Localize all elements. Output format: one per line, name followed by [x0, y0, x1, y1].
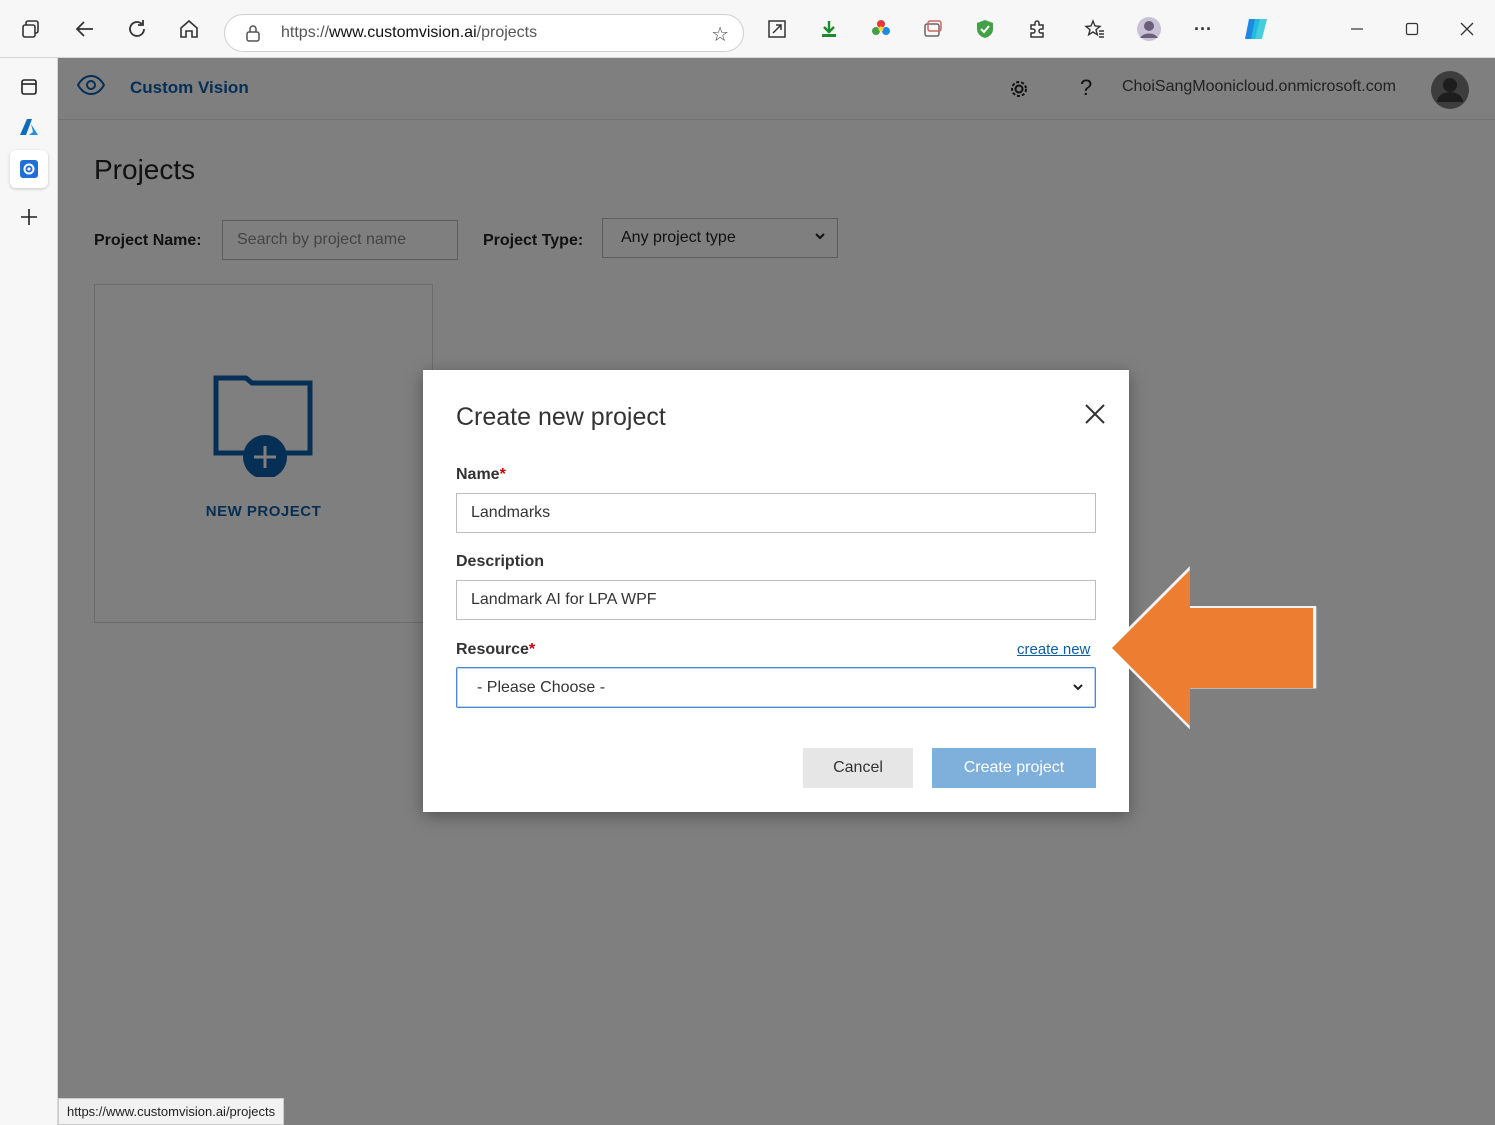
favorites-icon[interactable]	[1080, 14, 1110, 44]
create-project-dialog: Create new project Name* Landmarks Descr…	[423, 370, 1129, 812]
callout-arrow	[1108, 566, 1317, 730]
color-wheel-icon[interactable]	[866, 14, 896, 44]
cancel-button[interactable]: Cancel	[803, 748, 913, 788]
browser-toolbar: https://www.customvision.ai/projects ☆ ·…	[0, 0, 1495, 58]
vertical-tab-strip	[0, 58, 58, 1125]
description-label: Description	[456, 553, 545, 570]
back-icon[interactable]	[70, 14, 100, 44]
expand-icon[interactable]	[762, 14, 792, 44]
profile-icon[interactable]	[1134, 14, 1164, 44]
name-input[interactable]: Landmarks	[456, 493, 1096, 533]
tab-icon-page[interactable]	[10, 68, 48, 106]
address-url[interactable]: https://www.customvision.ai/projects	[281, 24, 537, 42]
resource-select-value: - Please Choose -	[477, 679, 606, 696]
create-project-button[interactable]: Create project	[932, 748, 1096, 788]
chevron-down-icon	[1073, 684, 1083, 691]
collections-icon[interactable]	[918, 14, 948, 44]
address-bar[interactable]: https://www.customvision.ai/projects ☆	[224, 14, 744, 52]
resource-field-label: Resource*	[456, 641, 535, 659]
url-domain: www.customvision.ai	[329, 24, 477, 41]
azure-icon[interactable]	[10, 108, 48, 146]
resource-select[interactable]: - Please Choose -	[456, 667, 1096, 708]
more-icon[interactable]: ···	[1188, 14, 1218, 44]
resource-label-text: Resource	[456, 641, 529, 658]
create-new-resource-link[interactable]: create new	[1017, 641, 1090, 658]
name-field-label: Name*	[456, 466, 506, 484]
favorite-star-icon[interactable]: ☆	[711, 22, 729, 47]
url-scheme: https://	[281, 24, 330, 41]
download-icon[interactable]	[814, 14, 844, 44]
new-tab-icon[interactable]	[10, 198, 48, 236]
description-input[interactable]: Landmark AI for LPA WPF	[456, 580, 1096, 620]
custom-vision-tab-icon[interactable]	[10, 150, 48, 188]
dialog-title: Create new project	[456, 403, 666, 431]
dialog-close-icon[interactable]	[1081, 400, 1109, 428]
url-path: /projects	[476, 24, 538, 41]
tab-actions-icon[interactable]	[16, 14, 46, 44]
close-icon[interactable]	[1452, 14, 1482, 44]
refresh-icon[interactable]	[122, 14, 152, 44]
extensions-icon[interactable]	[1022, 14, 1052, 44]
maximize-icon[interactable]	[1397, 14, 1427, 44]
lock-icon[interactable]	[243, 23, 263, 43]
required-mark: *	[528, 641, 536, 658]
shield-icon[interactable]	[970, 14, 1000, 44]
status-bar-url: https://www.customvision.ai/projects	[58, 1098, 285, 1125]
copilot-icon[interactable]	[1242, 14, 1272, 44]
minimize-icon[interactable]	[1342, 14, 1372, 44]
home-icon[interactable]	[174, 14, 204, 44]
required-mark: *	[499, 466, 506, 483]
name-label-text: Name	[456, 466, 500, 483]
